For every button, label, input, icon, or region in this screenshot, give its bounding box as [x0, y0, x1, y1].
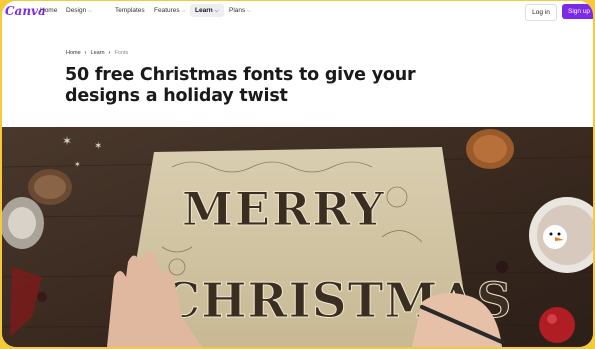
chevron-down-icon: ⌵	[181, 8, 186, 14]
breadcrumb-home[interactable]: Home	[66, 50, 81, 56]
nav-plans[interactable]: Plans ⌵	[229, 7, 251, 14]
breadcrumb-chevron-icon: ›	[84, 50, 87, 56]
breadcrumb-learn[interactable]: Learn	[91, 50, 105, 56]
nav-home-label: Home	[40, 7, 58, 14]
breadcrumb: Home › Learn › Fonts	[66, 50, 128, 56]
merry-christmas-hand-lettering-photo: ✶ ✶ ✶ MERRY CHRISTMAS	[2, 127, 593, 347]
cinnamon-bowl-photo-element	[466, 129, 514, 169]
login-button[interactable]: Log in	[525, 4, 557, 21]
nav-learn-label: Learn	[195, 7, 213, 14]
hero-image: ✶ ✶ ✶ MERRY CHRISTMAS	[2, 127, 593, 347]
chevron-down-icon: ⌵	[247, 8, 252, 14]
chevron-down-icon: ⌵	[88, 8, 93, 14]
browser-page-frame: Canva Home Design ⌵ Templates Features ⌵ L…	[2, 1, 593, 347]
hero-lettering-merry: MERRY	[182, 182, 386, 236]
nav-features-label: Features	[154, 7, 180, 14]
signup-button[interactable]: Sign up	[562, 4, 593, 19]
nav-design[interactable]: Design ⌵	[66, 7, 92, 14]
nav-templates-label: Templates	[115, 7, 145, 14]
breadcrumb-chevron-icon: ›	[108, 50, 111, 56]
svg-text:✶: ✶	[94, 141, 102, 152]
nav-learn[interactable]: Learn ⌵	[190, 4, 224, 17]
page-title: 50 free Christmas fonts to give your des…	[65, 65, 416, 106]
chevron-down-icon: ⌵	[214, 8, 219, 14]
top-navigation: Canva Home Design ⌵ Templates Features ⌵ L…	[2, 1, 593, 25]
breadcrumb-current: Fonts	[114, 50, 129, 56]
svg-text:✶: ✶	[62, 134, 72, 148]
nav-templates[interactable]: Templates	[115, 7, 145, 14]
nav-features[interactable]: Features ⌵	[154, 7, 185, 14]
nav-home[interactable]: Home	[40, 7, 57, 14]
svg-text:✶: ✶	[74, 160, 81, 169]
nav-plans-label: Plans	[229, 7, 246, 14]
nav-design-label: Design	[66, 7, 87, 14]
ornament-photo-element	[539, 307, 575, 343]
